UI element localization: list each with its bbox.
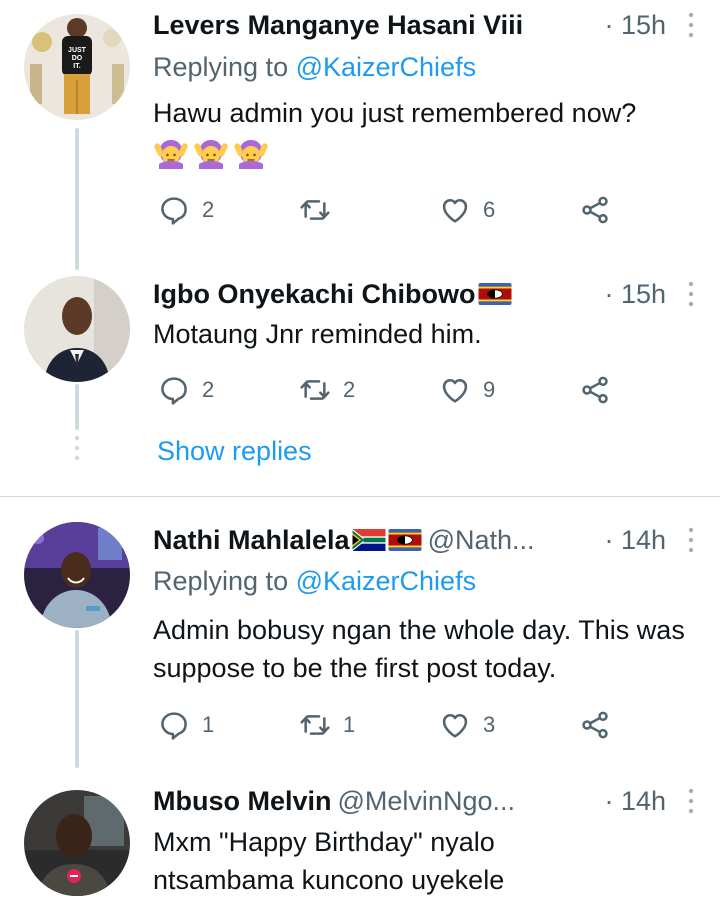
retweet-icon (299, 709, 331, 741)
woman-gesturing-no-emoji-icon (193, 136, 229, 172)
tweet-header: Igbo Onyekachi Chibowo · 15h (153, 274, 706, 314)
replying-to: Replying to @KaizerChiefs (153, 52, 477, 82)
avatar-2[interactable] (24, 276, 130, 382)
avatar-4[interactable] (24, 790, 130, 896)
tweet-3[interactable]: Nathi Mahlalela @Nath... · 14h Replying … (0, 500, 720, 768)
tweet-header: Levers Manganye Hasani Viii · 15h (153, 5, 706, 45)
retweet-count: 1 (343, 712, 356, 737)
display-name[interactable]: Mbuso Melvin (153, 786, 332, 817)
mention-link[interactable]: @KaizerChiefs (296, 52, 476, 82)
retweet-button[interactable]: 2 (299, 370, 355, 410)
emoji-row (153, 136, 269, 172)
avatar-3[interactable] (24, 522, 130, 628)
reply-button[interactable]: 2 (158, 370, 214, 410)
south-africa-flag-icon (352, 529, 386, 551)
action-bar: 1 1 3 (153, 705, 623, 745)
retweet-count: 2 (343, 377, 356, 402)
retweet-icon (299, 374, 331, 406)
reply-count: 2 (202, 377, 215, 402)
reply-button[interactable]: 2 (158, 190, 214, 230)
share-button[interactable] (579, 370, 611, 410)
reply-icon (158, 194, 190, 226)
eswatini-flag-icon (388, 529, 422, 551)
heart-icon (439, 194, 471, 226)
eswatini-flag-icon (478, 283, 512, 305)
retweet-icon (299, 194, 331, 226)
share-icon (579, 709, 611, 741)
more-options-icon[interactable] (676, 786, 706, 816)
replying-to: Replying to @KaizerChiefs (153, 566, 477, 596)
thread-line (75, 384, 79, 430)
timestamp[interactable]: · 14h (594, 525, 666, 556)
tweet-text: Motaung Jnr reminded him. (153, 319, 482, 349)
tweet-text: Mxm "Happy Birthday" nyalo ntsambama kun… (153, 827, 505, 895)
reply-icon (158, 709, 190, 741)
display-name[interactable]: Igbo Onyekachi Chibowo (153, 279, 476, 310)
tweet-header: Nathi Mahlalela @Nath... · 14h (153, 520, 706, 560)
more-options-icon[interactable] (676, 525, 706, 555)
tweet-4[interactable]: Mbuso Melvin @MelvinNgo... · 14h Mxm "Ha… (0, 768, 720, 906)
share-button[interactable] (579, 190, 611, 230)
tweet-header: Mbuso Melvin @MelvinNgo... · 14h (153, 781, 706, 821)
more-options-icon[interactable] (676, 10, 706, 40)
more-options-icon[interactable] (676, 279, 706, 309)
tweet-text: Admin bobusy ngan the whole day. This wa… (153, 615, 685, 683)
show-replies-link[interactable]: Show replies (157, 436, 312, 467)
display-name[interactable]: Levers Manganye Hasani Viii (153, 10, 523, 41)
action-bar: 2 6 (153, 190, 623, 230)
avatar-1[interactable]: JUST DO IT. (24, 14, 130, 120)
mention-link[interactable]: @KaizerChiefs (296, 566, 476, 596)
timestamp[interactable]: · 14h (594, 786, 666, 817)
action-bar: 2 2 9 (153, 370, 623, 410)
share-button[interactable] (579, 705, 611, 745)
tweet-2[interactable]: Igbo Onyekachi Chibowo · 15h Motaung Jnr… (0, 270, 720, 496)
tweet-text: Hawu admin you just remembered now? (153, 98, 637, 128)
thread-dots-icon (74, 435, 80, 461)
reply-icon (158, 374, 190, 406)
timestamp[interactable]: · 15h (594, 10, 666, 41)
share-icon (579, 194, 611, 226)
thread-line (75, 630, 79, 768)
retweet-button[interactable]: 1 (299, 705, 355, 745)
like-count: 9 (483, 377, 496, 402)
like-count: 6 (483, 197, 496, 222)
woman-gesturing-no-emoji-icon (153, 136, 189, 172)
timestamp[interactable]: · 15h (594, 279, 666, 310)
like-button[interactable]: 3 (439, 705, 495, 745)
like-button[interactable]: 6 (439, 190, 495, 230)
svg-text:IT.: IT. (73, 63, 80, 70)
share-icon (579, 374, 611, 406)
thread-line (75, 128, 79, 270)
heart-icon (439, 709, 471, 741)
handle[interactable]: @MelvinNgo... (338, 786, 515, 817)
retweet-button[interactable] (299, 190, 331, 230)
handle[interactable]: @Nath... (428, 525, 535, 556)
woman-gesturing-no-emoji-icon (233, 136, 269, 172)
like-button[interactable]: 9 (439, 370, 495, 410)
tweet-1[interactable]: JUST DO IT. Levers Manganye Hasani Viii … (0, 0, 720, 270)
svg-text:DO: DO (72, 55, 83, 62)
reply-count: 1 (202, 712, 215, 737)
heart-icon (439, 374, 471, 406)
reply-button[interactable]: 1 (158, 705, 214, 745)
svg-text:JUST: JUST (68, 47, 87, 54)
divider (0, 496, 720, 497)
like-count: 3 (483, 712, 496, 737)
reply-count: 2 (202, 197, 215, 222)
display-name[interactable]: Nathi Mahlalela (153, 525, 350, 556)
